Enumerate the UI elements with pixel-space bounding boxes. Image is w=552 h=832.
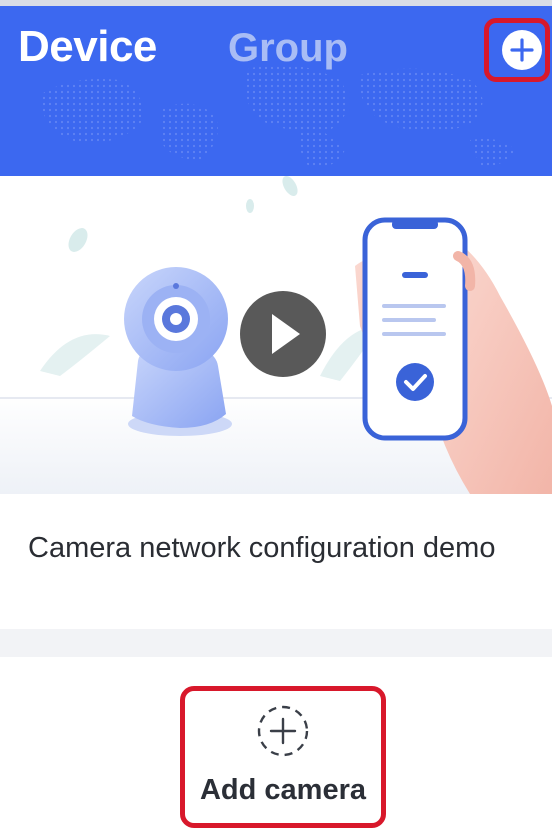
play-icon	[240, 291, 326, 377]
phone-icon	[362, 217, 468, 441]
demo-illustration	[0, 176, 552, 494]
add-button-highlight	[484, 18, 550, 82]
tab-group[interactable]: Group	[228, 26, 348, 71]
camera-icon	[124, 267, 232, 436]
check-icon	[396, 363, 434, 401]
add-camera-highlight	[180, 686, 386, 828]
app-header: Device Group	[0, 0, 552, 176]
section-divider	[0, 629, 552, 657]
demo-title: Camera network configuration demo	[28, 532, 496, 564]
demo-banner[interactable]	[0, 176, 552, 494]
tab-device[interactable]: Device	[18, 22, 157, 72]
